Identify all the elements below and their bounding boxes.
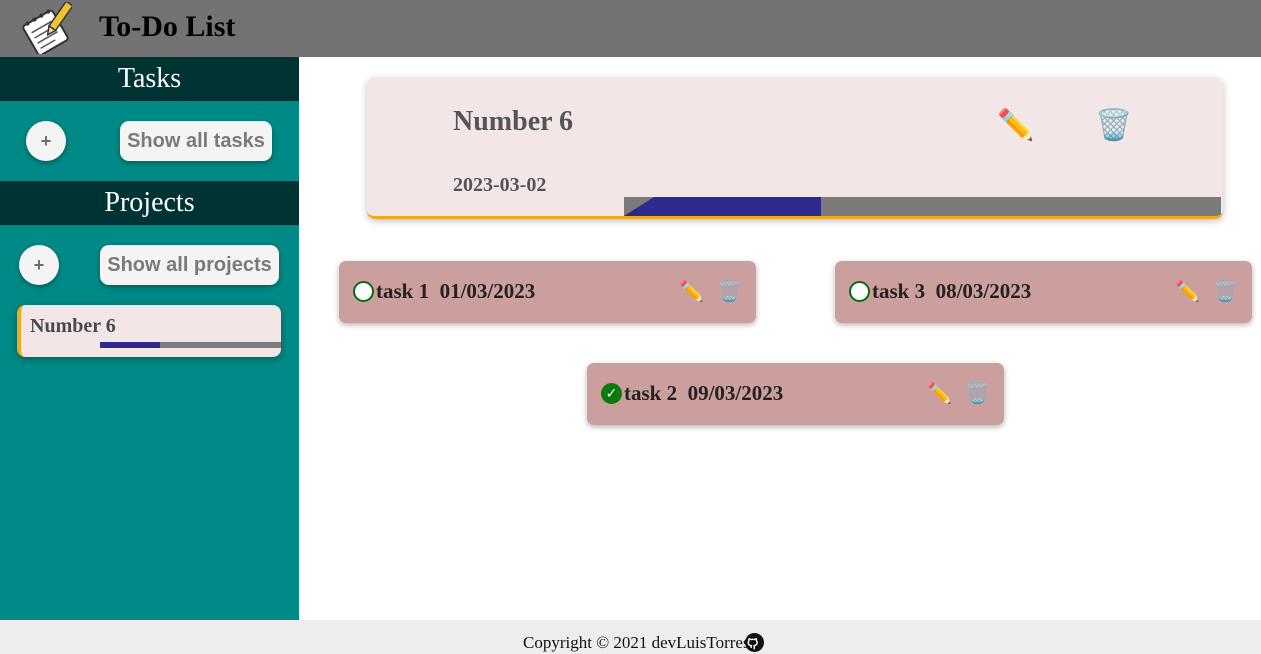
task-checkbox[interactable] — [353, 281, 374, 302]
sidebar: Tasks + Show all tasks Projects + Show a… — [0, 57, 299, 620]
project-card: Number 6 2023-03-02 ✏️ 🗑️ — [367, 78, 1223, 219]
show-all-projects-button[interactable]: Show all projects — [100, 245, 279, 285]
pencil-icon[interactable]: ✏️ — [1175, 279, 1200, 304]
sidebar-project-progress-fill — [100, 342, 160, 348]
sidebar-project-item[interactable]: Number 6 — [17, 305, 281, 357]
github-icon[interactable] — [745, 633, 764, 652]
footer: Copyright © 2021 devLuisTorres — [0, 620, 1261, 654]
app-title: To-Do List — [99, 10, 236, 43]
task-title: task 3 08/03/2023 — [872, 279, 1032, 303]
sidebar-project-progress — [100, 342, 281, 348]
project-date: 2023-03-02 — [453, 174, 547, 196]
add-task-button[interactable]: + — [26, 121, 66, 161]
task-checkbox-checked[interactable]: ✓ — [601, 383, 622, 404]
wastebasket-icon[interactable]: 🗑️ — [1213, 279, 1238, 304]
tasks-heading: Tasks — [0, 57, 299, 101]
wastebasket-icon[interactable]: 🗑️ — [1095, 108, 1132, 143]
sidebar-project-name: Number 6 — [30, 315, 116, 337]
task-checkbox[interactable] — [849, 281, 870, 302]
task-card: ✓ task 2 09/03/2023 ✏️ 🗑️ — [587, 363, 1004, 425]
wastebasket-icon[interactable]: 🗑️ — [965, 381, 990, 406]
task-title: task 1 01/03/2023 — [376, 279, 536, 303]
task-card: task 1 01/03/2023 ✏️ 🗑️ — [339, 261, 756, 323]
copyright-text: Copyright © 2021 devLuisTorres — [523, 633, 750, 652]
app-header: To-Do List — [0, 0, 1261, 57]
project-progress-fill — [624, 197, 822, 216]
notepad-pencil-icon — [22, 2, 72, 54]
show-all-tasks-button[interactable]: Show all tasks — [120, 121, 272, 161]
project-title: Number 6 — [453, 106, 574, 137]
pencil-icon[interactable]: ✏️ — [997, 108, 1034, 143]
wastebasket-icon[interactable]: 🗑️ — [717, 279, 742, 304]
pencil-icon[interactable]: ✏️ — [679, 279, 704, 304]
project-progress-bar — [624, 197, 1221, 216]
projects-heading: Projects — [0, 181, 299, 225]
pencil-icon[interactable]: ✏️ — [927, 381, 952, 406]
add-project-button[interactable]: + — [19, 245, 59, 285]
task-title: task 2 09/03/2023 — [624, 381, 784, 405]
task-card: task 3 08/03/2023 ✏️ 🗑️ — [835, 261, 1252, 323]
